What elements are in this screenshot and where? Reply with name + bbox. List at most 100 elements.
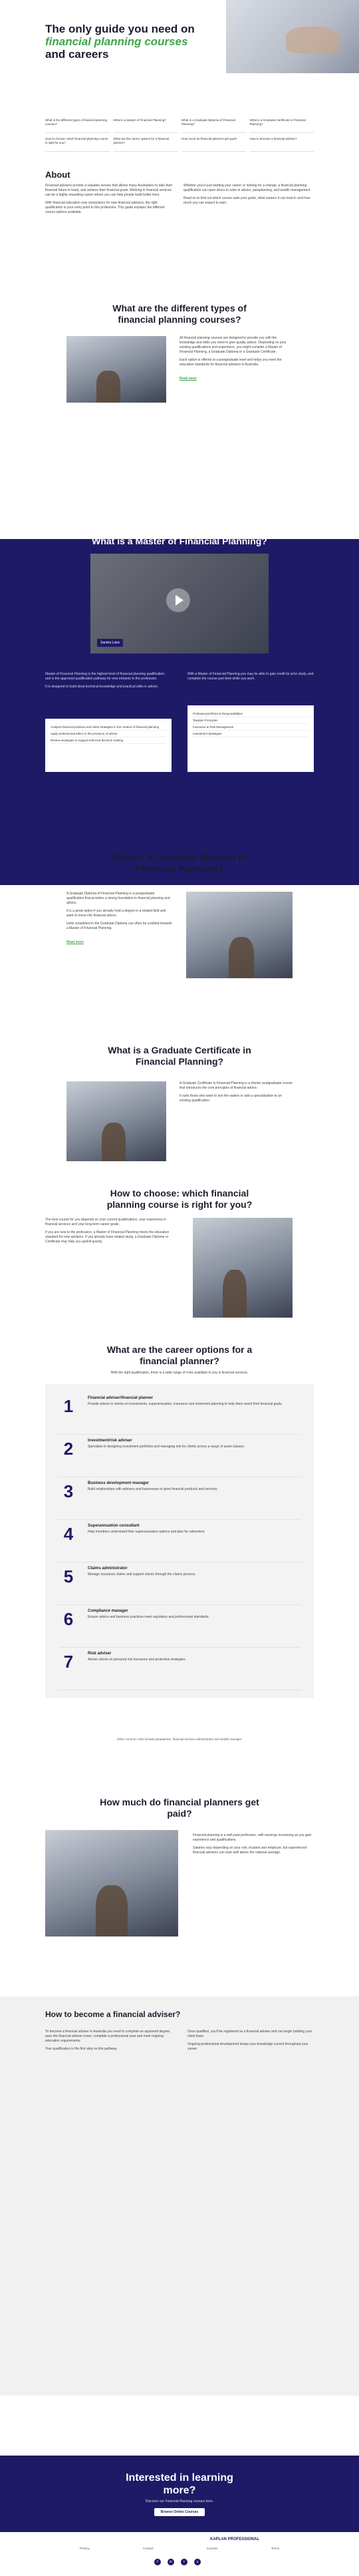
career-number: 6	[63, 1609, 74, 1629]
certificate-image	[66, 1081, 166, 1161]
master-right-text: With a Master of Financial Planning you …	[187, 672, 314, 685]
master-left-text: Master of Financial Planning is the high…	[45, 672, 172, 693]
outcome-item: Review strategies to support informed de…	[51, 737, 166, 744]
career-number: 4	[63, 1524, 74, 1544]
career-item: 7 Risk adviser Advise clients on personal…	[59, 1648, 300, 1690]
career-text: Build relationships with advisers and bu…	[88, 1487, 218, 1491]
career-item: 1 Financial adviser/financial planner Pro…	[59, 1392, 300, 1435]
subject-item: Taxation Principles	[193, 717, 308, 724]
career-title: Financial adviser/financial planner	[88, 1396, 154, 1400]
linkedin-icon[interactable]: in	[168, 2559, 174, 2565]
career-number: 2	[63, 1439, 74, 1459]
toc-link[interactable]: What are the career options for a financ…	[113, 137, 178, 152]
types-text: All financial planning courses are desig…	[180, 336, 293, 383]
careers-list: 1 Financial adviser/financial planner Pro…	[45, 1384, 314, 1698]
toc-link[interactable]: How to choose: which financial planning …	[45, 137, 110, 152]
types-paragraph: Each option is offered at a postgraduate…	[180, 358, 282, 367]
types-image	[66, 336, 166, 403]
types-heading: What are the different types of financia…	[112, 303, 247, 325]
diploma-read-more-link[interactable]: Read more	[66, 940, 84, 944]
diploma-heading: What is a Graduate Diploma of Financial …	[112, 852, 247, 874]
toc-link[interactable]: What is a Master of Financial Planning?	[113, 118, 178, 133]
social-links: f in t y	[154, 2559, 201, 2565]
career-number: 5	[63, 1566, 74, 1586]
about-paragraph: Read on to find out which course suits y…	[183, 196, 310, 205]
cta-section: Interested in learning more? Discover ou…	[0, 2456, 359, 2532]
master-paragraph: Master of Financial Planning is the high…	[45, 672, 166, 681]
career-item: 2 Investment/risk adviser Specialise in d…	[59, 1435, 300, 1477]
outcome-item: Analyse financial positions and client s…	[51, 724, 166, 731]
youtube-icon[interactable]: y	[194, 2559, 201, 2565]
adviser-heading: How to become a financial adviser?	[45, 2010, 181, 2019]
toc-link[interactable]: How much do financial planners get paid?	[181, 137, 246, 152]
career-number: 7	[63, 1652, 74, 1672]
subject-item: Investment Strategies	[193, 731, 308, 737]
career-number: 1	[63, 1396, 74, 1416]
diploma-paragraph: A Graduate Diploma of Financial Planning…	[66, 892, 170, 905]
choose-text: The best course for you depends on your …	[45, 1218, 178, 1248]
play-icon[interactable]	[166, 588, 190, 612]
pay-paragraph: Salaries vary depending on your role, lo…	[193, 1846, 307, 1855]
diploma-text: A Graduate Diploma of Financial Planning…	[66, 892, 173, 946]
footer-link[interactable]: Courses	[207, 2547, 218, 2550]
pay-image	[45, 1830, 178, 1936]
career-text: Help members understand their superannua…	[88, 1530, 205, 1534]
adviser-right-text: Once qualified, you'll be registered as …	[187, 2030, 314, 2055]
footer-logo[interactable]: KAPLAN PROFESSIONAL	[210, 2537, 259, 2541]
twitter-icon[interactable]: t	[181, 2559, 187, 2565]
diploma-image	[186, 892, 293, 978]
video-player[interactable]: Sandra Lukic	[90, 554, 269, 653]
types-read-more-link[interactable]: Read more	[180, 377, 197, 381]
video-caption: Sandra Lukic	[97, 639, 124, 647]
hero-title: The only guide you need on financial pla…	[45, 23, 205, 61]
choose-heading: How to choose: which financial planning …	[106, 1188, 253, 1210]
master-paragraph: It is designed to build deep technical k…	[45, 685, 159, 689]
table-of-contents: What is the different types of financial…	[45, 118, 314, 152]
adviser-left-text: To become a financial adviser in Austral…	[45, 2030, 172, 2055]
browse-courses-button[interactable]: Browse Online Courses	[154, 2508, 205, 2516]
certificate-heading: What is a Graduate Certificate in Financ…	[108, 1045, 251, 1067]
choose-paragraph: If you are new to the profession, a Mast…	[45, 1230, 170, 1244]
career-title: Claims administrator	[88, 1566, 128, 1570]
career-title: Risk adviser	[88, 1652, 112, 1656]
cta-subtext: Discover our Financial Planning courses …	[146, 2499, 213, 2503]
careers-heading: What are the career options for a financ…	[106, 1344, 253, 1366]
adviser-section: How to become a financial adviser? To be…	[0, 1996, 359, 2396]
career-text: Specialise in designing investment portf…	[88, 1445, 245, 1449]
career-title: Business development manager	[88, 1481, 150, 1485]
footer-link[interactable]: Privacy	[80, 2547, 90, 2550]
adviser-paragraph: Once qualified, you'll be registered as …	[187, 2030, 312, 2038]
adviser-paragraph: To become a financial adviser in Austral…	[45, 2030, 171, 2043]
pay-heading: How much do financial planners get paid?	[100, 1797, 259, 1819]
toc-link[interactable]: What is a Graduate Certificate in Financ…	[249, 118, 314, 133]
toc-link[interactable]: How to become a financial adviser?	[249, 137, 314, 152]
facebook-icon[interactable]: f	[154, 2559, 161, 2565]
outcome-item: Apply professional ethics in the provisi…	[51, 731, 166, 737]
career-item: 6 Compliance manager Ensure advice and bu…	[59, 1605, 300, 1648]
about-paragraph: Financial advisers provide a valuable se…	[45, 184, 173, 197]
career-text: Manage insurance claims and support clie…	[88, 1572, 196, 1576]
career-title: Compliance manager	[88, 1609, 128, 1613]
hero-title-emphasis: financial planning courses	[45, 35, 188, 48]
career-number: 3	[63, 1481, 74, 1501]
master-paragraph: With a Master of Financial Planning you …	[187, 672, 314, 681]
toc-link[interactable]: What is the different types of financial…	[45, 118, 110, 133]
choose-paragraph: The best course for you depends on your …	[45, 1218, 167, 1226]
master-subjects-box: Professional Ethics & Responsibilities T…	[187, 705, 314, 772]
cta-heading: Interested in learning more?	[126, 2472, 233, 2496]
career-text: Provide advice to clients on investments…	[88, 1402, 283, 1406]
toc-link[interactable]: What is a Graduate Diploma of Financial …	[181, 118, 246, 133]
master-outcomes-box: Analyse financial positions and client s…	[45, 719, 172, 772]
footer-link[interactable]: Contact	[143, 2547, 154, 2550]
career-title: Superannuation consultant	[88, 1524, 140, 1528]
about-heading: About	[45, 170, 70, 180]
certificate-paragraph: A Graduate Certificate in Financial Plan…	[180, 1081, 293, 1090]
footer-link[interactable]: Terms	[271, 2547, 279, 2550]
career-item: 5 Claims administrator Manage insurance c…	[59, 1563, 300, 1605]
subject-item: Insurance & Risk Management	[193, 724, 308, 731]
choose-image	[193, 1218, 293, 1318]
certificate-paragraph: It suits those who want to test the wate…	[180, 1094, 282, 1103]
certificate-text: A Graduate Certificate in Financial Plan…	[180, 1081, 293, 1107]
hero-title-start: The only guide you need on	[45, 23, 195, 35]
types-paragraph: All financial planning courses are desig…	[180, 336, 287, 354]
